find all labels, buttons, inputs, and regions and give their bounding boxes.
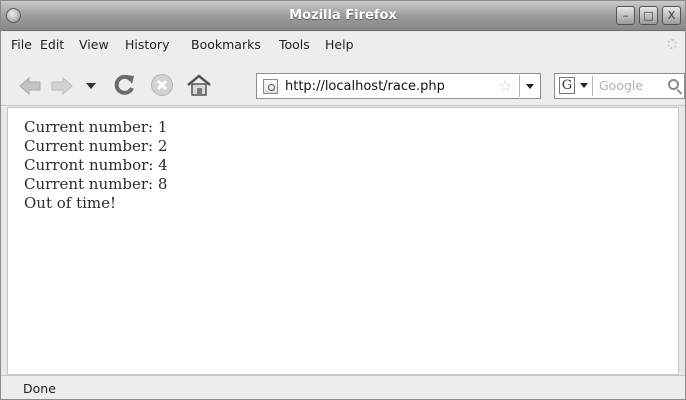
- forward-icon[interactable]: [51, 77, 73, 95]
- menu-help[interactable]: Help: [325, 37, 354, 52]
- menu-bar: File Edit View History Bookmarks Tools H…: [1, 32, 685, 56]
- throbber-icon: [667, 39, 677, 49]
- search-engine-dropdown-icon: [580, 83, 588, 88]
- menu-file[interactable]: File: [11, 37, 32, 52]
- url-bar[interactable]: http://localhost/race.php ☆: [256, 73, 541, 99]
- menu-view[interactable]: View: [79, 37, 109, 52]
- search-input[interactable]: [599, 78, 659, 93]
- browser-window: Mozilla Firefox – □ X File Edit View His…: [0, 0, 686, 400]
- menu-edit[interactable]: Edit: [40, 37, 64, 52]
- menu-tools[interactable]: Tools: [279, 37, 310, 52]
- output-line: Current number: 8: [24, 175, 168, 193]
- search-engine-icon: G: [559, 77, 575, 94]
- navigation-toolbar: http://localhost/race.php ☆ G: [1, 56, 685, 106]
- maximize-button[interactable]: □: [639, 6, 658, 25]
- search-bar: G: [554, 73, 685, 99]
- output-line: Curront numbor: 4: [24, 156, 168, 174]
- home-icon[interactable]: [186, 73, 212, 97]
- status-bar: Done: [1, 375, 685, 399]
- minimize-button[interactable]: –: [616, 6, 635, 25]
- output-line: Out of time!: [24, 194, 117, 212]
- output-line: Current number: 2: [24, 137, 168, 155]
- search-engine-button[interactable]: G: [557, 76, 593, 96]
- title-bar[interactable]: Mozilla Firefox – □ X: [1, 1, 685, 31]
- menu-history[interactable]: History: [125, 37, 169, 52]
- url-dropdown-icon[interactable]: [519, 75, 539, 97]
- status-text: Done: [23, 381, 56, 396]
- search-magnifier-icon[interactable]: [668, 79, 679, 90]
- close-button[interactable]: X: [662, 6, 681, 25]
- window-title: Mozilla Firefox: [289, 8, 397, 23]
- menu-bookmarks[interactable]: Bookmarks: [191, 37, 261, 52]
- url-text[interactable]: http://localhost/race.php: [285, 79, 445, 94]
- reload-icon[interactable]: [113, 73, 137, 97]
- site-identity-icon[interactable]: [263, 79, 278, 94]
- output-line: Current number: 1: [24, 118, 168, 136]
- back-icon[interactable]: [19, 77, 41, 95]
- page-content: Current number: 1 Current number: 2 Curr…: [7, 107, 679, 375]
- bookmark-star-icon[interactable]: ☆: [496, 77, 514, 95]
- history-dropdown-icon[interactable]: [86, 83, 96, 90]
- stop-icon[interactable]: [150, 73, 174, 97]
